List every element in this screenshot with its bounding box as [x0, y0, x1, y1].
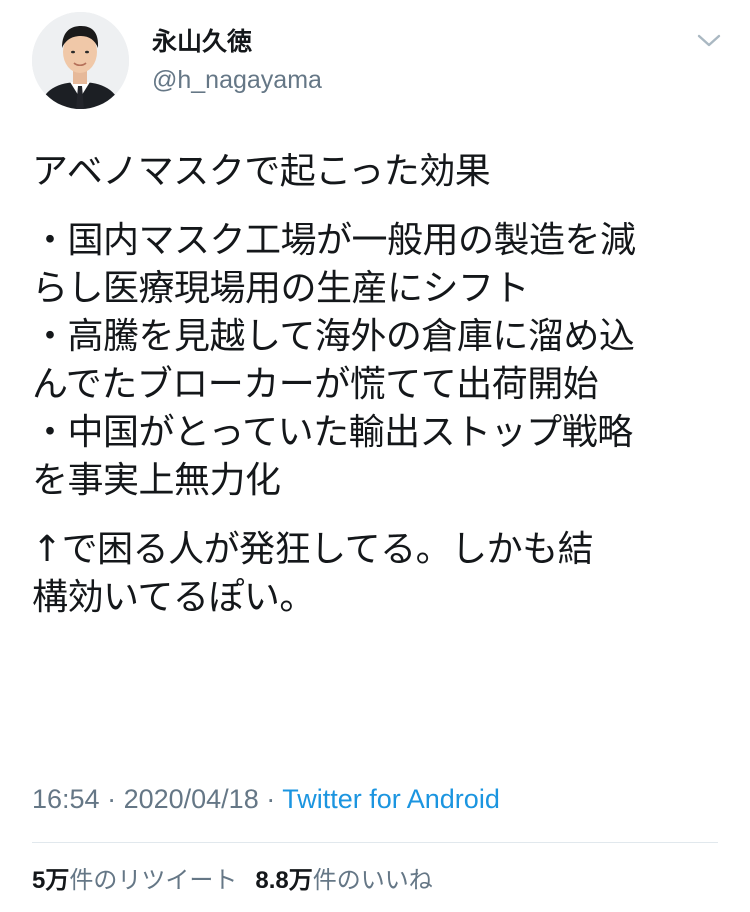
tweet-stats: 5万件のリツイート 8.8万件のいいね	[32, 864, 433, 897]
tweet: 永山久徳 @h_nagayama アベノマスクで起こった効果 ・国内マスク工場が…	[0, 0, 750, 912]
likes-label: 件のいいね	[312, 866, 433, 894]
tweet-time[interactable]: 16:54	[32, 784, 100, 814]
tweet-line: ・高騰を見越して海外の倉庫に溜め込	[32, 316, 635, 357]
likes-count[interactable]: 8.8万件のいいね	[255, 864, 432, 897]
retweets-label: 件のリツイート	[69, 866, 238, 894]
tweet-line: んでたブローカーが慌てて出荷開始	[32, 364, 599, 405]
tweet-line: ・国内マスク工場が一般用の製造を減	[32, 220, 636, 261]
author-handle[interactable]: @h_nagayama	[152, 64, 322, 96]
retweets-number: 5	[32, 867, 46, 894]
likes-unit: 万	[288, 866, 313, 894]
avatar[interactable]	[32, 12, 129, 109]
tweet-line: ・中国がとっていた輸出ストップ戦略	[32, 412, 633, 453]
retweets-unit: 万	[45, 866, 70, 894]
tweet-line: アベノマスクで起こった効果	[32, 151, 491, 192]
profile-photo-icon	[32, 12, 129, 109]
tweet-source-link[interactable]: Twitter for Android	[282, 784, 500, 814]
tweet-line: 構効いてるぽい。	[32, 577, 315, 618]
likes-number: 8.8	[255, 867, 289, 894]
chevron-down-icon[interactable]	[696, 30, 722, 52]
author-display-name[interactable]: 永山久徳	[152, 26, 252, 58]
tweet-meta: 16:54 · 2020/04/18 · Twitter for Android	[32, 781, 500, 817]
tweet-line: を事実上無力化	[32, 460, 281, 501]
meta-separator: ·	[258, 784, 283, 814]
divider	[32, 842, 718, 843]
tweet-line: らし医療現場用の生産にシフト	[32, 268, 530, 309]
meta-separator: ·	[99, 784, 124, 814]
tweet-date[interactable]: 2020/04/18	[124, 784, 259, 814]
tweet-line: ↑で困る人が発狂してる。しかも結	[32, 529, 594, 570]
tweet-text: アベノマスクで起こった効果 ・国内マスク工場が一般用の製造を減 らし医療現場用の…	[32, 148, 732, 622]
retweets-count[interactable]: 5万件のリツイート	[32, 864, 237, 897]
